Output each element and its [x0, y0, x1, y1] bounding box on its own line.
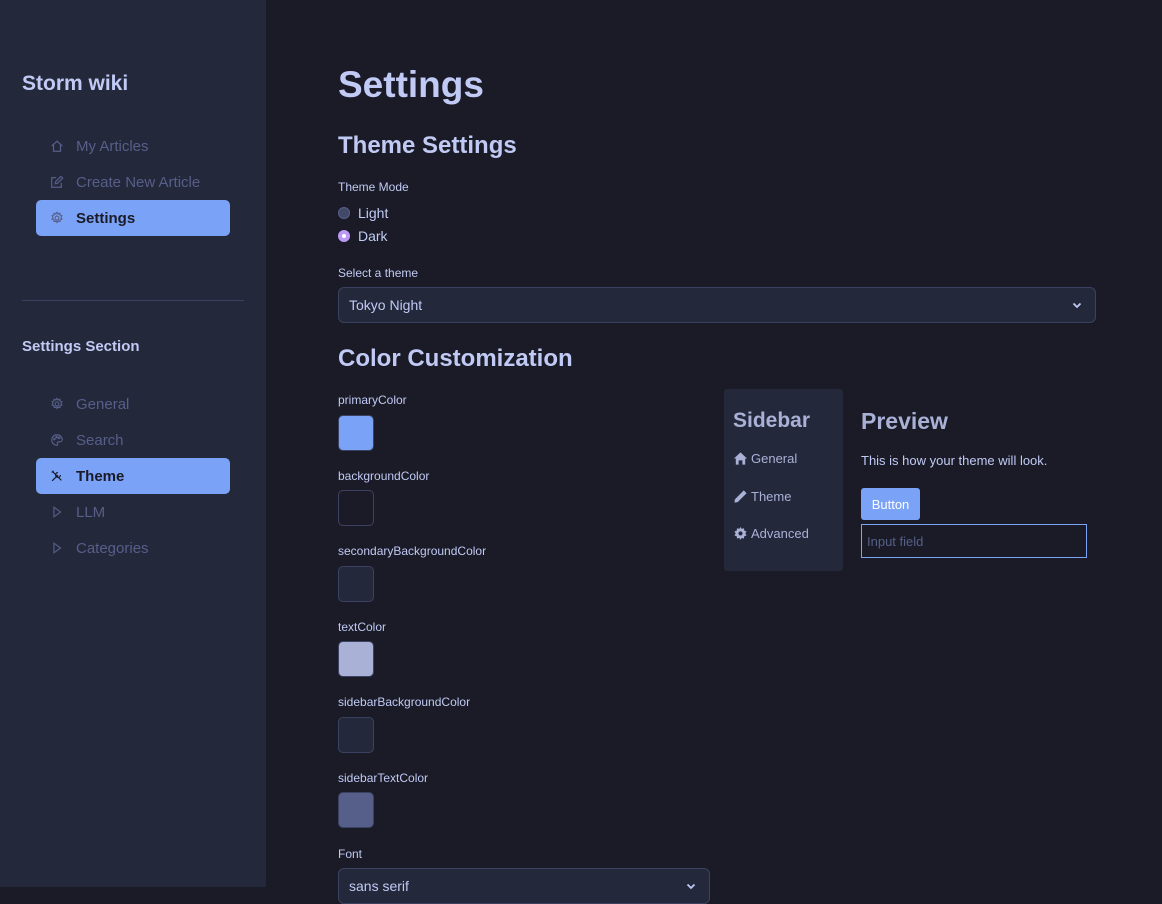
app-title: Storm wiki [22, 72, 129, 95]
gear-icon [50, 397, 64, 411]
sidebar-background-color-swatch[interactable] [338, 717, 374, 753]
preview-button[interactable]: Button [861, 488, 920, 520]
preview-sidebar-item-advanced[interactable]: Advanced [733, 526, 809, 541]
chevron-down-icon [1072, 302, 1082, 309]
radio-button[interactable] [338, 230, 350, 242]
house-icon [733, 452, 748, 465]
color-label: textColor [338, 620, 387, 634]
theme-mode-label: Theme Mode [338, 180, 409, 194]
nav-item-label: My Articles [76, 137, 149, 155]
palette-icon [50, 433, 64, 447]
nav-item-label: Theme [76, 467, 125, 485]
theme-select[interactable]: Tokyo Night [338, 287, 1096, 323]
page-title: Settings [338, 64, 484, 105]
radio-dark[interactable]: Dark [338, 228, 388, 244]
nav-item-my-articles[interactable]: My Articles [36, 128, 230, 164]
pencil-icon [734, 490, 747, 503]
font-label: Font [338, 847, 363, 861]
nav-item-label: Categories [76, 539, 149, 557]
theme-select-value: Tokyo Night [349, 297, 423, 313]
secondary-background-color-swatch[interactable] [338, 566, 374, 602]
edit-icon [50, 175, 64, 189]
background-color-swatch[interactable] [338, 490, 374, 526]
nav-item-settings[interactable]: Settings [36, 200, 230, 236]
color-label: sidebarTextColor [338, 771, 429, 785]
preview-input[interactable] [861, 524, 1087, 558]
preview-text: This is how your theme will look. [861, 453, 1048, 468]
radio-light[interactable]: Light [338, 205, 388, 221]
settings-nav-categories[interactable]: Categories [36, 530, 230, 566]
theme-settings-heading: Theme Settings [338, 132, 517, 159]
preview-title: Preview [861, 408, 948, 434]
color-label: sidebarBackgroundColor [338, 695, 471, 709]
preview-sidebar-title: Sidebar [733, 409, 811, 432]
color-label: backgroundColor [338, 469, 430, 483]
gear-icon [50, 211, 64, 225]
nav-item-label: Create New Article [76, 173, 201, 191]
sidebar-divider [22, 300, 244, 301]
radio-label: Dark [358, 228, 388, 244]
settings-nav-search[interactable]: Search [36, 422, 230, 458]
chevron-down-icon [686, 883, 696, 890]
settings-nav-general[interactable]: General [36, 386, 230, 422]
gear-icon [734, 526, 747, 540]
nav-item-label: General [76, 395, 130, 413]
nav-item-label: Search [76, 431, 124, 449]
nav-item-create-article[interactable]: Create New Article [36, 164, 230, 200]
font-select[interactable]: sans serif [338, 868, 710, 904]
nav-item-label: Settings [76, 209, 136, 227]
font-select-value: sans serif [349, 878, 409, 894]
preview-sidebar-item-theme[interactable]: Theme [733, 489, 791, 504]
preview-sidebar-item-label: General [751, 451, 798, 466]
tools-icon [50, 469, 64, 483]
app-sidebar: Storm wiki My Articles Create New Articl… [0, 0, 266, 887]
settings-nav: General Search Theme LLM Categories [36, 386, 230, 566]
play-icon [50, 541, 64, 555]
color-customization-heading: Color Customization [338, 345, 573, 372]
radio-label: Light [358, 205, 389, 221]
color-label: primaryColor [338, 393, 407, 407]
preview-sidebar-item-general[interactable]: General [733, 451, 797, 466]
preview-sidebar-item-label: Theme [751, 489, 792, 504]
settings-nav-theme[interactable]: Theme [36, 458, 230, 494]
nav-item-label: LLM [76, 503, 106, 521]
primary-color-swatch[interactable] [338, 415, 374, 451]
play-icon [50, 505, 64, 519]
preview-sidebar-item-label: Advanced [751, 526, 809, 541]
color-label: secondaryBackgroundColor [338, 544, 487, 558]
settings-nav-llm[interactable]: LLM [36, 494, 230, 530]
text-color-swatch[interactable] [338, 641, 374, 677]
preview-sidebar: Sidebar General Theme Advanced [724, 389, 843, 571]
house-icon [50, 139, 64, 153]
settings-section-title: Settings Section [22, 338, 140, 355]
sidebar-text-color-swatch[interactable] [338, 792, 374, 828]
main-nav: My Articles Create New Article Settings [36, 128, 230, 236]
radio-button[interactable] [338, 207, 350, 219]
select-theme-label: Select a theme [338, 266, 419, 280]
